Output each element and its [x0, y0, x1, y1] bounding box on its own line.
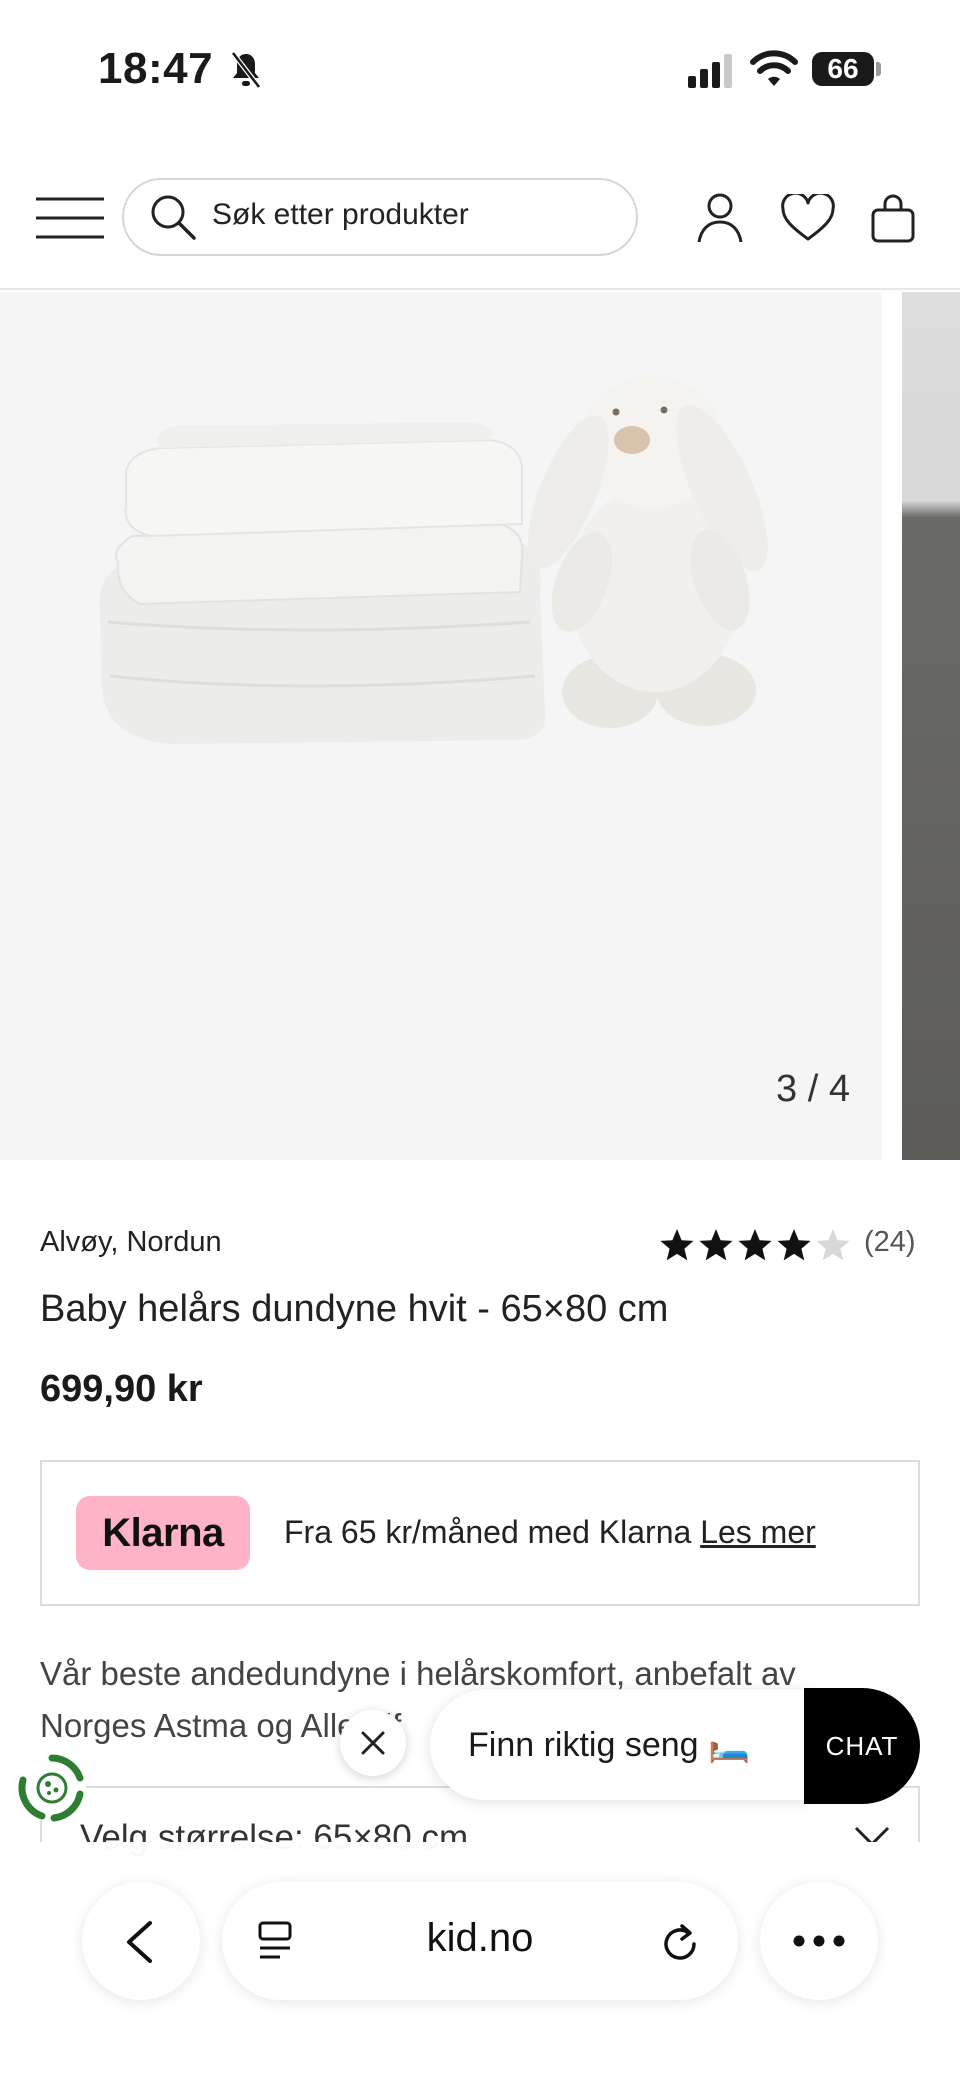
product-image [99, 376, 768, 744]
klarna-offer: Fra 65 kr/måned med Klarna [284, 1514, 692, 1550]
bell-slash-icon [231, 51, 261, 89]
battery-indicator: 66 [812, 52, 874, 86]
star-icon-5 [816, 1229, 850, 1261]
account-icon[interactable] [696, 192, 744, 244]
reader-mode-icon[interactable] [256, 1920, 296, 1964]
next-gallery-image-peek[interactable] [902, 292, 960, 1160]
search-icon [151, 195, 196, 240]
url-text: kid.no [426, 1916, 534, 1960]
reload-icon[interactable] [660, 1920, 702, 1964]
chat-button[interactable]: CHAT [804, 1688, 920, 1804]
star-icon-2 [699, 1229, 733, 1261]
klarna-installment-text: Fra 65 kr/måned med Klarna Les mer [284, 1514, 816, 1551]
klarna-logo: Klarna [76, 1496, 250, 1570]
product-image-gallery[interactable] [0, 292, 882, 1160]
menu-icon[interactable] [36, 196, 104, 240]
signal-icon [688, 54, 732, 88]
product-title: Baby helårs dundyne hvit - 65×80 cm [40, 1288, 669, 1330]
gallery-counter: 3 / 4 [776, 1068, 850, 1110]
star-icon-3 [738, 1229, 772, 1261]
close-promo-button[interactable] [340, 1710, 406, 1776]
status-time: 18:47 [98, 44, 214, 93]
product-brand[interactable]: Alvøy, Nordun [40, 1226, 222, 1259]
wishlist-heart-icon[interactable] [780, 194, 836, 242]
more-dots-icon [793, 1935, 845, 1947]
review-count[interactable]: (24) [864, 1226, 916, 1259]
battery-tip [876, 62, 881, 76]
search-placeholder: Søk etter produkter [212, 198, 469, 231]
star-icon-4 [777, 1229, 811, 1261]
star-rating[interactable] [660, 1228, 850, 1264]
close-icon [361, 1731, 385, 1755]
star-icon-1 [660, 1229, 694, 1261]
find-bed-promo[interactable]: Finn riktig seng 🛏️ [430, 1690, 810, 1800]
cart-bag-icon[interactable] [870, 192, 916, 244]
product-price: 699,90 kr [40, 1368, 203, 1410]
klarna-read-more-link[interactable]: Les mer [700, 1514, 816, 1550]
cookie-consent-icon[interactable] [14, 1750, 90, 1826]
wifi-icon [750, 50, 798, 86]
back-chevron-icon [127, 1921, 152, 1963]
